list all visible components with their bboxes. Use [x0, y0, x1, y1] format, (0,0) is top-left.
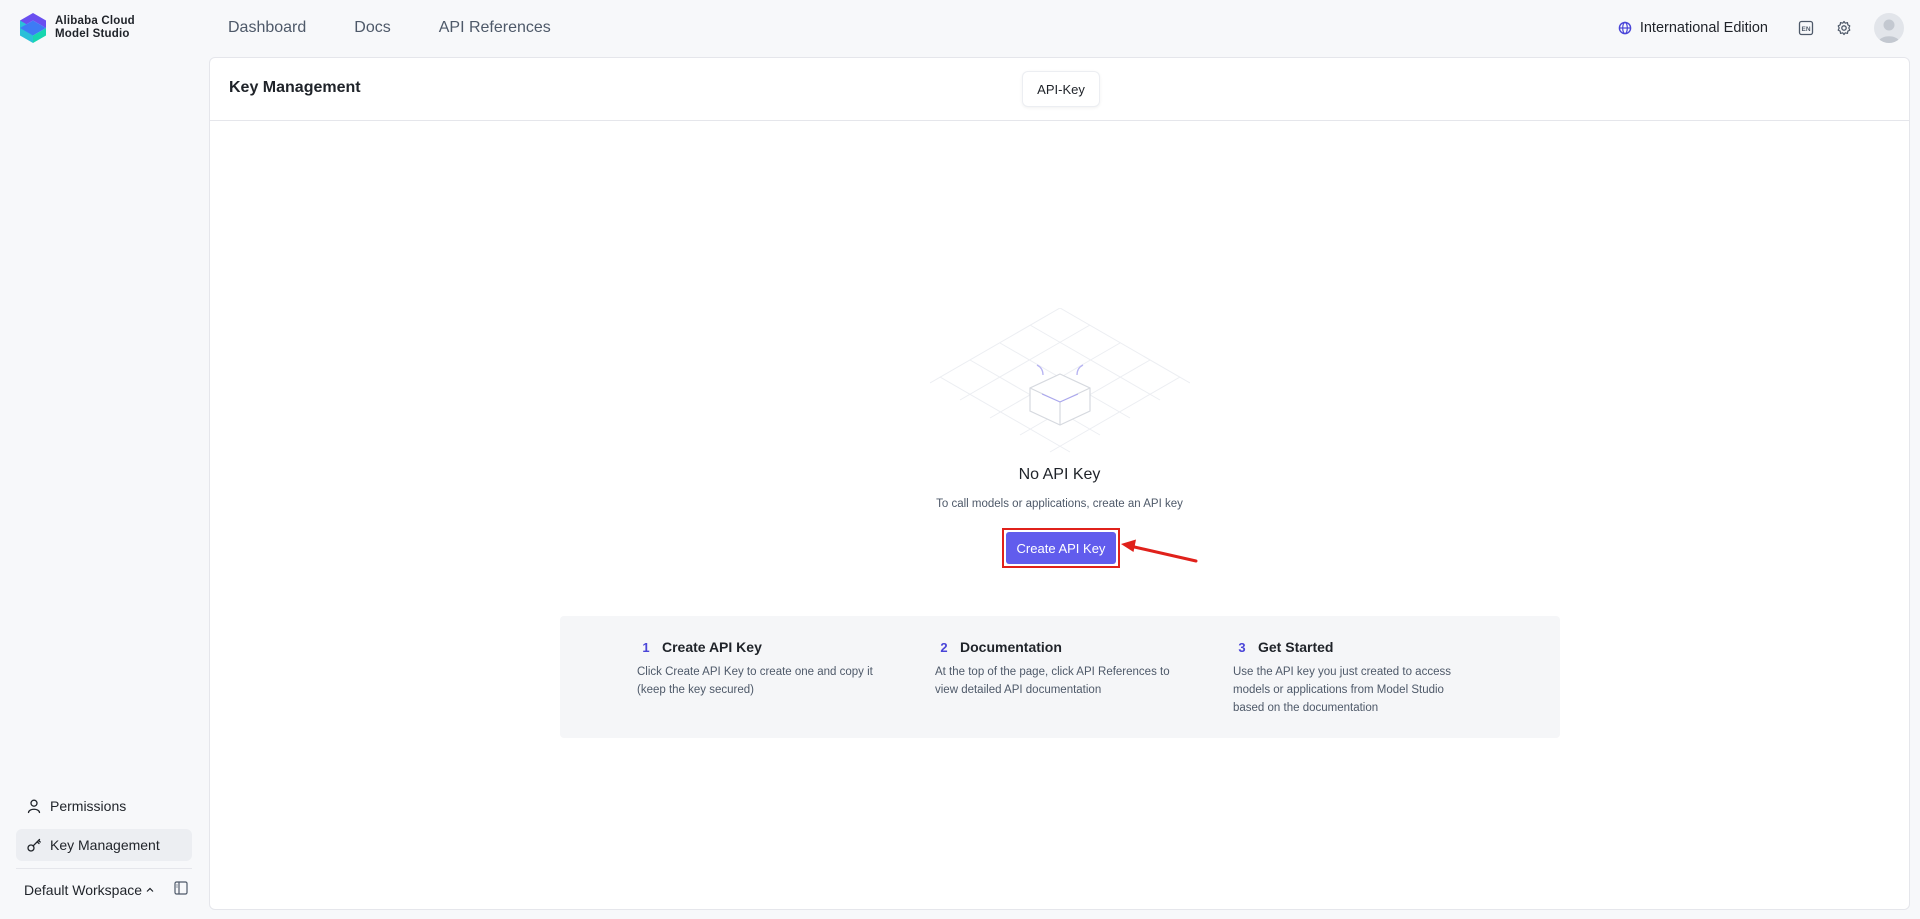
edition-switcher[interactable]: International Edition — [1618, 20, 1768, 36]
brand-logo[interactable]: Alibaba Cloud Model Studio — [18, 12, 135, 44]
edition-label: International Edition — [1639, 20, 1768, 36]
empty-box-illustration — [930, 308, 1190, 453]
collapse-sidebar-button[interactable] — [174, 881, 188, 898]
step-title: Get Started — [1258, 639, 1334, 655]
chevron-up-icon — [146, 887, 154, 892]
step-title: Create API Key — [662, 639, 762, 655]
top-bar: Alibaba Cloud Model Studio Dashboard Doc… — [0, 0, 1920, 56]
step-description: At the top of the page, click API Refere… — [935, 666, 1170, 696]
step-card: 3 Get Started Use the API key you just c… — [1233, 638, 1473, 717]
nav-api-references[interactable]: API References — [439, 19, 551, 37]
getting-started-steps: 1 Create API Key Click Create API Key to… — [560, 616, 1560, 738]
step-heading: 3 Get Started — [1233, 638, 1473, 656]
language-icon: EN — [1798, 20, 1814, 36]
page-title: Key Management — [229, 79, 361, 96]
globe-icon — [1618, 21, 1632, 35]
nav-dashboard[interactable]: Dashboard — [228, 19, 306, 37]
step-heading: 1 Create API Key — [637, 638, 877, 656]
empty-state-title: No API Key — [1018, 466, 1101, 483]
logo-icon — [20, 13, 46, 43]
step-title: Documentation — [960, 639, 1062, 655]
step-card: 2 Documentation At the top of the page, … — [935, 638, 1175, 699]
user-avatar-icon — [1878, 19, 1900, 43]
step-number: 3 — [1238, 639, 1246, 655]
step-description: Click Create API Key to create one and c… — [637, 666, 873, 696]
key-icon — [27, 838, 41, 852]
create-api-key-button[interactable]: Create API Key — [1006, 532, 1116, 564]
workspace-selector: Default Workspace — [24, 878, 192, 902]
step-number: 2 — [940, 639, 948, 655]
sidebar-divider — [16, 868, 192, 869]
sidebar-item-key-management[interactable]: Key Management — [16, 829, 192, 861]
gear-icon — [1837, 20, 1851, 36]
language-badge-text: EN — [1801, 26, 1810, 33]
sidebar-item-label: Permissions — [50, 798, 127, 814]
brand-line2: Model Studio — [55, 28, 130, 40]
sidebar-item-permissions[interactable]: Permissions — [16, 790, 192, 822]
step-card: 1 Create API Key Click Create API Key to… — [637, 638, 877, 699]
workspace-name: Default Workspace — [24, 882, 143, 898]
avatar[interactable] — [1874, 13, 1904, 43]
sidebar-item-label: Key Management — [50, 837, 160, 853]
step-description: Use the API key you just created to acce… — [1233, 666, 1451, 714]
nav-docs[interactable]: Docs — [354, 19, 390, 37]
sidebar: Permissions Key Management Default Works… — [0, 56, 208, 919]
step-number: 1 — [642, 639, 650, 655]
brand-line1: Alibaba Cloud — [55, 15, 135, 27]
step-heading: 2 Documentation — [935, 638, 1175, 656]
panel-header: Key Management API-Key — [210, 58, 1909, 121]
brand-name: Alibaba Cloud Model Studio — [55, 15, 135, 41]
sidebar-toggle-icon — [174, 881, 188, 895]
workspace-dropdown[interactable]: Default Workspace — [24, 882, 156, 898]
top-nav: Dashboard Docs API References — [228, 0, 599, 56]
user-icon — [27, 799, 41, 814]
settings-button[interactable] — [1836, 20, 1852, 36]
create-button-highlight: Create API Key — [1002, 528, 1120, 568]
tab-api-key[interactable]: API-Key — [1022, 71, 1100, 107]
main-panel: Key Management API-Key No API Key To cal… — [209, 57, 1910, 910]
annotation-arrow-icon — [1121, 539, 1198, 563]
header-actions: International Edition EN — [1618, 0, 1904, 56]
empty-state-subtitle: To call models or applications, create a… — [936, 498, 1183, 510]
language-button[interactable]: EN — [1798, 20, 1814, 36]
